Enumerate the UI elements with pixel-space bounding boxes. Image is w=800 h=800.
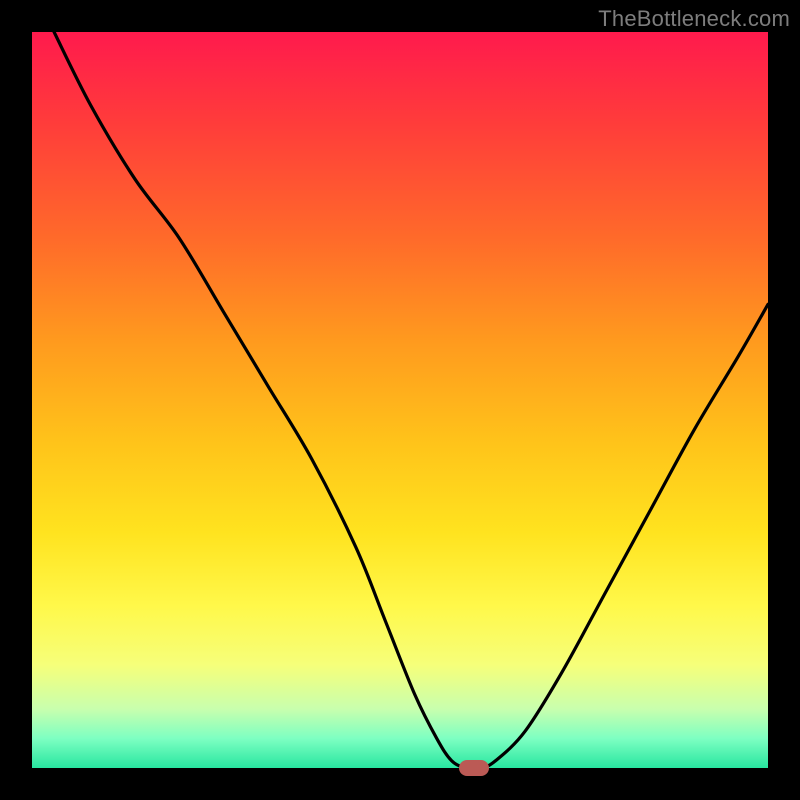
- curve-svg: [32, 32, 768, 768]
- plot-area: [32, 32, 768, 768]
- chart-frame: TheBottleneck.com: [0, 0, 800, 800]
- minimum-marker: [459, 760, 489, 776]
- watermark-text: TheBottleneck.com: [598, 6, 790, 32]
- bottleneck-curve-path: [54, 32, 768, 769]
